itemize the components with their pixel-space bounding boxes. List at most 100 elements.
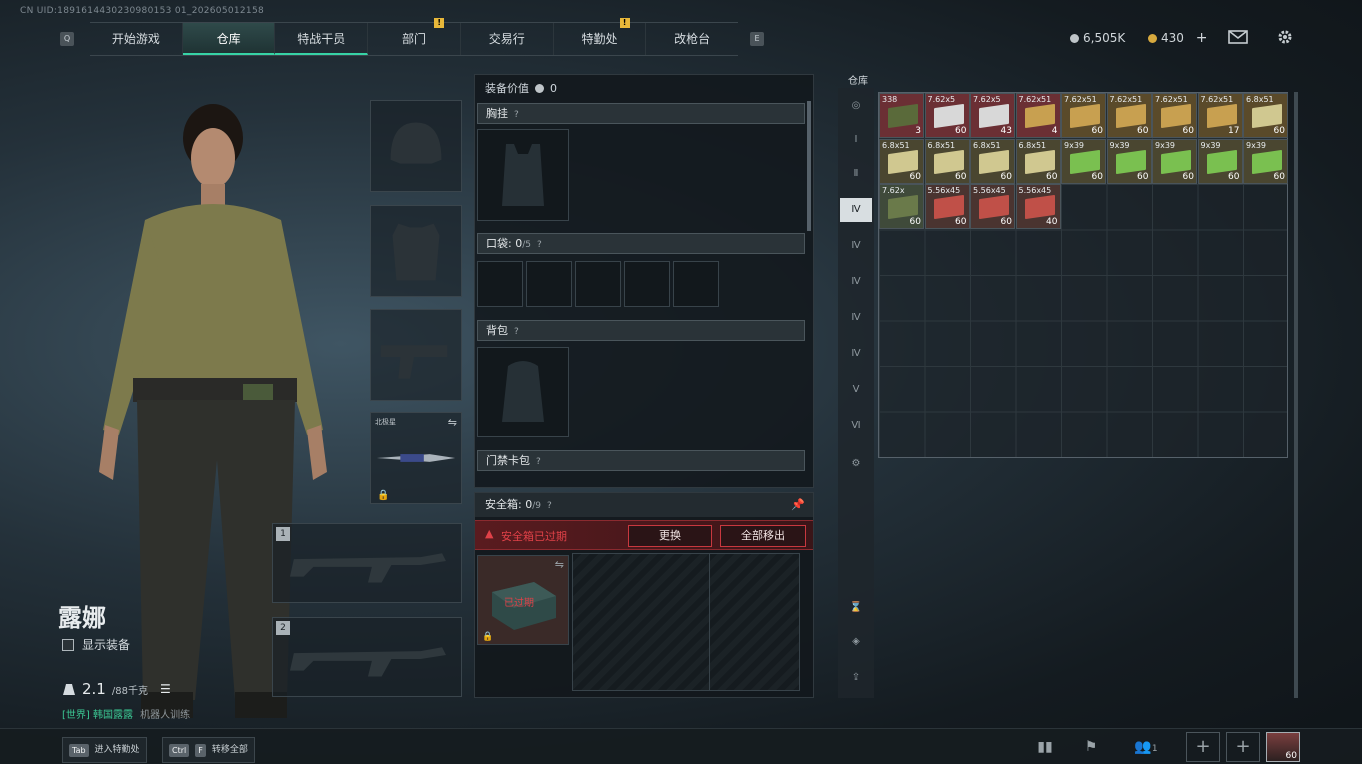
stash-item[interactable]: 9x39 60 bbox=[1106, 138, 1152, 184]
stash-scrollbar[interactable] bbox=[1294, 92, 1298, 698]
sidearm-slot[interactable] bbox=[370, 309, 462, 401]
enter-special-ops-button[interactable]: Tab 进入特勤处 bbox=[62, 737, 147, 763]
show-gear-checkbox[interactable] bbox=[62, 638, 74, 651]
pin-icon[interactable]: 📌 bbox=[791, 493, 805, 517]
stash-item[interactable]: 7.62x51 60 bbox=[1152, 93, 1197, 138]
helmet-slot[interactable] bbox=[370, 100, 462, 192]
pocket-slot[interactable] bbox=[526, 261, 572, 307]
stash-item[interactable]: 6.8x51 60 bbox=[1015, 138, 1061, 184]
gold-currency: 430 + bbox=[1148, 28, 1207, 48]
stash-item-count: 60 bbox=[909, 171, 921, 182]
primary-weapon-slot[interactable]: 1 bbox=[272, 523, 462, 603]
list-icon[interactable]: ☰ bbox=[160, 682, 171, 696]
stash-page-5-icon[interactable]: Ⅳ bbox=[844, 234, 868, 258]
stash-item[interactable]: 6.8x51 60 bbox=[970, 138, 1015, 184]
alert-icon: ! bbox=[619, 18, 630, 28]
stash-filter-all-icon[interactable]: ◎ bbox=[844, 94, 868, 118]
stash-item[interactable]: 9x39 60 bbox=[1243, 138, 1288, 184]
avatar[interactable]: 60 bbox=[1266, 732, 1300, 762]
move-all-out-button[interactable]: 全部移出 bbox=[720, 525, 806, 547]
armor-slot[interactable] bbox=[370, 205, 462, 297]
stash-item[interactable]: 5.56x45 60 bbox=[970, 184, 1015, 229]
stats-icon[interactable]: ▮▮ bbox=[1028, 731, 1062, 763]
replace-button[interactable]: 更换 bbox=[628, 525, 712, 547]
stash-sort-icon[interactable]: ⌛ bbox=[844, 596, 868, 620]
stash-item[interactable]: 6.8x51 60 bbox=[924, 138, 970, 184]
stash-item[interactable]: 6.8x51 60 bbox=[1243, 93, 1288, 138]
stash-page-10-icon[interactable]: Ⅵ bbox=[844, 414, 868, 438]
stash-item-count: 4 bbox=[1051, 126, 1058, 136]
loadout-scrollbar[interactable] bbox=[807, 101, 811, 231]
pocket-slot[interactable] bbox=[673, 261, 719, 307]
mail-icon[interactable] bbox=[1228, 29, 1248, 51]
help-icon[interactable]: ? bbox=[536, 457, 541, 467]
help-icon[interactable]: ? bbox=[514, 110, 519, 120]
stash-item-count: 60 bbox=[1273, 126, 1285, 136]
tab-special-ops[interactable]: 特勤处 ! bbox=[554, 18, 647, 55]
add-squad-button[interactable]: + bbox=[1186, 732, 1220, 762]
stash-grid[interactable]: 338 3 7.62x5 60 7.62x5 43 7.62x51 4 7.62x51 60 7.6… bbox=[878, 92, 1288, 458]
safebox-slot[interactable]: 已过期 ⇋ 🔒 bbox=[477, 555, 569, 645]
stash-layers-icon[interactable]: ◈ bbox=[844, 630, 868, 654]
flag-icon[interactable]: ⚑ bbox=[1074, 731, 1108, 763]
stash-settings-icon[interactable]: ⚙ bbox=[844, 452, 868, 476]
stash-item[interactable]: 9x39 60 bbox=[1061, 138, 1106, 184]
tab-warehouse[interactable]: 仓库 bbox=[182, 23, 276, 55]
stash-item[interactable]: 7.62x5 60 bbox=[924, 93, 970, 138]
stash-item[interactable]: 7.62x51 60 bbox=[1061, 93, 1106, 138]
backpack-slot[interactable] bbox=[477, 347, 569, 437]
tab-operators[interactable]: 特战干员 bbox=[275, 23, 369, 55]
help-icon[interactable]: ? bbox=[514, 327, 519, 337]
backpack-icon bbox=[502, 361, 544, 422]
loadout-value-amount: 0 bbox=[550, 81, 557, 95]
stash-item[interactable]: 7.62x 60 bbox=[879, 184, 924, 229]
stash-title: 仓库 bbox=[848, 76, 868, 87]
stash-page-8-icon[interactable]: Ⅳ bbox=[844, 342, 868, 366]
stash-item-name: 9x39 bbox=[1064, 140, 1085, 150]
add-gold-button[interactable]: + bbox=[1196, 30, 1208, 46]
bottom-bar: Tab 进入特勤处 Ctrl F 转移全部 ▮▮ ⚑ 👥1 + + 60 bbox=[0, 728, 1362, 764]
grid-divider bbox=[709, 554, 710, 690]
stash-item[interactable]: 9x39 60 bbox=[1197, 138, 1243, 184]
stash-item[interactable]: 7.62x5 43 bbox=[970, 93, 1015, 138]
tab-start-game[interactable]: 开始游戏 bbox=[90, 23, 183, 55]
pocket-slot[interactable] bbox=[477, 261, 523, 307]
stash-item-count: 60 bbox=[1091, 126, 1103, 136]
stash-item[interactable]: 5.56x45 60 bbox=[924, 184, 970, 229]
chest-rig-slot[interactable] bbox=[477, 129, 569, 221]
stash-item[interactable]: 7.62x51 17 bbox=[1197, 93, 1243, 138]
stash-page-7-icon[interactable]: Ⅳ bbox=[844, 306, 868, 330]
stash-item[interactable]: 338 3 bbox=[879, 93, 924, 138]
nav-next-key[interactable]: E bbox=[750, 32, 764, 46]
transfer-all-button[interactable]: Ctrl F 转移全部 bbox=[162, 737, 255, 763]
help-icon[interactable]: ? bbox=[537, 240, 542, 250]
nav-prev-key[interactable]: Q bbox=[60, 32, 74, 46]
stash-page-4-icon[interactable]: Ⅳ bbox=[840, 198, 872, 222]
stash-item[interactable]: 9x39 60 bbox=[1152, 138, 1197, 184]
stash-item-name: 5.56x45 bbox=[927, 186, 961, 195]
secondary-weapon-slot[interactable]: 2 bbox=[272, 617, 462, 697]
help-icon[interactable]: ? bbox=[547, 501, 552, 511]
safebox-grid[interactable] bbox=[572, 553, 800, 691]
stash-page-2-icon[interactable]: Ⅱ bbox=[844, 162, 868, 186]
pockets-max: /5 bbox=[522, 240, 531, 250]
pocket-slot[interactable] bbox=[575, 261, 621, 307]
stash-item[interactable]: 7.62x51 4 bbox=[1015, 93, 1061, 138]
stash-page-9-icon[interactable]: Ⅴ bbox=[844, 378, 868, 402]
squad-icon[interactable]: 👥1 bbox=[1126, 731, 1166, 763]
add-squad-button[interactable]: + bbox=[1226, 732, 1260, 762]
gear-icon[interactable] bbox=[1276, 28, 1294, 52]
stash-page-6-icon[interactable]: Ⅳ bbox=[844, 270, 868, 294]
stash-page-1-icon[interactable]: Ⅰ bbox=[844, 128, 868, 152]
tab-department[interactable]: 部门 ! bbox=[368, 18, 461, 55]
pocket-slot[interactable] bbox=[624, 261, 670, 307]
show-gear-toggle[interactable]: 显示装备 bbox=[62, 636, 130, 653]
stash-item[interactable]: 7.62x51 60 bbox=[1106, 93, 1152, 138]
stash-item[interactable]: 6.8x51 60 bbox=[879, 138, 924, 184]
stash-item[interactable]: 5.56x45 40 bbox=[1015, 184, 1061, 229]
stash-export-icon[interactable]: ⇪ bbox=[844, 666, 868, 690]
tab-gunsmith[interactable]: 改枪台 bbox=[646, 23, 738, 55]
tab-trade[interactable]: 交易行 bbox=[461, 23, 554, 55]
swap-icon[interactable]: ⇋ bbox=[555, 558, 564, 571]
melee-slot[interactable]: 北极星 ⇋ 🔒 bbox=[370, 412, 462, 504]
